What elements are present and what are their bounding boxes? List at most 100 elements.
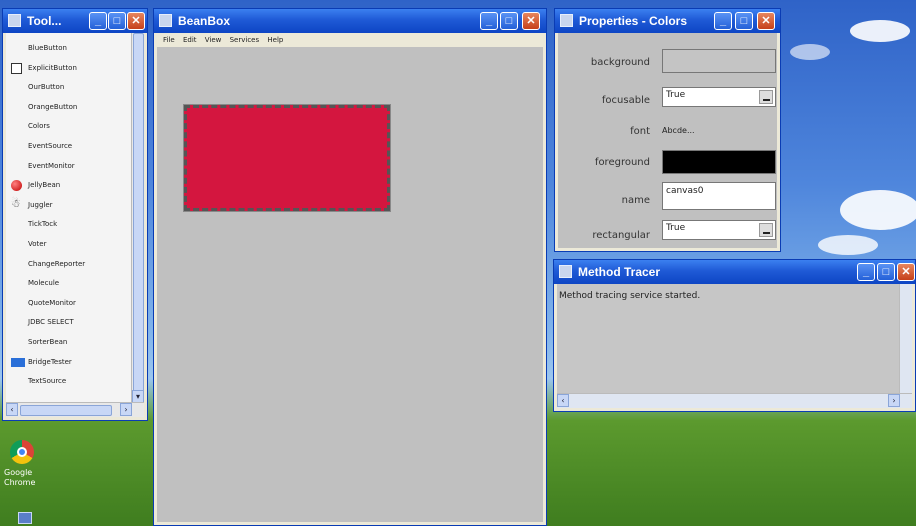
- tracer-titlebar[interactable]: Method Tracer _ □ ✕: [554, 260, 915, 284]
- name-input[interactable]: canvas0: [662, 182, 776, 210]
- juggler-icon: ☃: [11, 196, 21, 210]
- list-item[interactable]: Voter: [6, 235, 132, 255]
- list-item-label: SorterBean: [28, 337, 68, 346]
- cloud: [790, 44, 830, 60]
- list-item-label: QuoteMonitor: [28, 298, 76, 307]
- bridge-icon: [11, 357, 25, 367]
- scroll-thumb[interactable]: [133, 33, 144, 395]
- list-item-label: Voter: [28, 239, 47, 248]
- list-item-label: Juggler: [28, 200, 53, 209]
- list-item[interactable]: OurButton: [6, 78, 132, 98]
- list-item[interactable]: JellyBean: [6, 176, 132, 196]
- font-preview[interactable]: Abcde...: [662, 126, 776, 135]
- selected-canvas-bean[interactable]: [183, 104, 391, 212]
- list-item[interactable]: ExplicitButton: [6, 59, 132, 79]
- list-item-label: BridgeTester: [28, 357, 72, 366]
- window-title: Tool...: [27, 14, 62, 28]
- vertical-scrollbar[interactable]: ▾: [131, 33, 144, 403]
- maximize-button[interactable]: □: [108, 12, 126, 30]
- list-item-label: OurButton: [28, 83, 65, 92]
- rectangular-select[interactable]: True: [662, 220, 776, 240]
- close-button[interactable]: ✕: [127, 12, 145, 30]
- property-label: font: [630, 126, 650, 137]
- dropdown-arrow-icon[interactable]: [759, 90, 773, 104]
- input-value: canvas0: [666, 186, 704, 196]
- property-sheet: background focusable True font Abcde... …: [558, 33, 777, 248]
- close-button[interactable]: ✕: [897, 263, 915, 281]
- list-item[interactable]: ChangeReporter: [6, 255, 132, 275]
- menu-help[interactable]: Help: [267, 33, 283, 47]
- minimize-button[interactable]: _: [714, 12, 732, 30]
- menu-bar: File Edit View Services Help: [157, 33, 543, 47]
- menu-view[interactable]: View: [205, 33, 222, 47]
- list-item[interactable]: Molecule: [6, 274, 132, 294]
- select-value: True: [666, 223, 686, 233]
- minimize-button[interactable]: _: [857, 263, 875, 281]
- desktop-icon-label: Chrome: [4, 478, 36, 487]
- scroll-right-button[interactable]: ›: [120, 403, 132, 416]
- beanbox-window[interactable]: BeanBox _ □ ✕ File Edit View Services He…: [153, 8, 547, 526]
- tracer-output: Method tracing service started. ‹ ›: [557, 284, 912, 408]
- list-item[interactable]: TextSource: [6, 372, 132, 392]
- tracer-log-text: Method tracing service started.: [559, 291, 701, 301]
- list-item[interactable]: OrangeButton: [6, 98, 132, 118]
- chrome-desktop-icon[interactable]: Google Chrome: [4, 440, 40, 500]
- close-button[interactable]: ✕: [757, 12, 775, 30]
- scroll-right-button[interactable]: ›: [888, 394, 900, 407]
- method-tracer-window[interactable]: Method Tracer _ □ ✕ Method tracing servi…: [553, 259, 916, 412]
- focusable-select[interactable]: True: [662, 87, 776, 107]
- window-icon: [8, 14, 21, 27]
- horizontal-scrollbar[interactable]: ‹ ›: [557, 393, 912, 408]
- menu-edit[interactable]: Edit: [183, 33, 197, 47]
- minimize-button[interactable]: _: [480, 12, 498, 30]
- list-item[interactable]: JDBC SELECT: [6, 313, 132, 333]
- computer-icon[interactable]: [18, 512, 32, 524]
- list-item[interactable]: Colors: [6, 117, 132, 137]
- horizontal-scrollbar[interactable]: ‹ ›: [6, 402, 144, 417]
- list-item-label: ExplicitButton: [28, 63, 77, 72]
- background-color-swatch[interactable]: [662, 49, 776, 73]
- menu-file[interactable]: File: [163, 33, 175, 47]
- window-title: Method Tracer: [578, 265, 661, 279]
- list-item[interactable]: TickTock: [6, 215, 132, 235]
- list-item[interactable]: QuoteMonitor: [6, 294, 132, 314]
- window-title: Properties - Colors: [579, 14, 688, 28]
- menu-services[interactable]: Services: [230, 33, 260, 47]
- scroll-left-button[interactable]: ‹: [6, 403, 18, 416]
- beanbox-titlebar[interactable]: BeanBox _ □ ✕: [154, 9, 546, 33]
- properties-window[interactable]: Properties - Colors _ □ ✕ background foc…: [554, 8, 781, 252]
- list-item[interactable]: BlueButton: [6, 39, 132, 59]
- scroll-left-button[interactable]: ‹: [557, 394, 569, 407]
- list-item-label: OrangeButton: [28, 102, 78, 111]
- window-icon: [559, 265, 572, 278]
- beanbox-client: File Edit View Services Help: [157, 33, 543, 522]
- foreground-color-swatch[interactable]: [662, 150, 776, 174]
- button-icon: [11, 62, 22, 74]
- toolbox-titlebar[interactable]: Tool... _ □ ✕: [3, 9, 147, 33]
- toolbox-window[interactable]: Tool... _ □ ✕ BlueButton ExplicitButton …: [2, 8, 148, 421]
- list-item-label: BlueButton: [28, 44, 67, 52]
- close-button[interactable]: ✕: [522, 12, 540, 30]
- maximize-button[interactable]: □: [500, 12, 518, 30]
- property-label: focusable: [601, 95, 650, 106]
- list-item-label: JDBC SELECT: [28, 318, 74, 327]
- list-item[interactable]: EventMonitor: [6, 157, 132, 177]
- vertical-scrollbar[interactable]: [899, 284, 912, 394]
- bean-canvas[interactable]: [157, 47, 543, 522]
- list-item[interactable]: ☃ Juggler: [6, 196, 132, 216]
- list-item-label: TextSource: [28, 377, 67, 386]
- toolbox-list: BlueButton ExplicitButton OurButton Oran…: [6, 33, 144, 417]
- list-item-label: EventMonitor: [28, 161, 75, 170]
- dropdown-arrow-icon[interactable]: [759, 223, 773, 237]
- property-label: foreground: [594, 157, 650, 168]
- cloud: [840, 190, 916, 230]
- maximize-button[interactable]: □: [735, 12, 753, 30]
- properties-titlebar[interactable]: Properties - Colors _ □ ✕: [555, 9, 780, 33]
- scroll-thumb[interactable]: [20, 405, 112, 416]
- list-item[interactable]: BridgeTester: [6, 353, 132, 373]
- chrome-icon: [10, 440, 34, 464]
- list-item[interactable]: SorterBean: [6, 333, 132, 353]
- list-item[interactable]: EventSource: [6, 137, 132, 157]
- minimize-button[interactable]: _: [89, 12, 107, 30]
- maximize-button[interactable]: □: [877, 263, 895, 281]
